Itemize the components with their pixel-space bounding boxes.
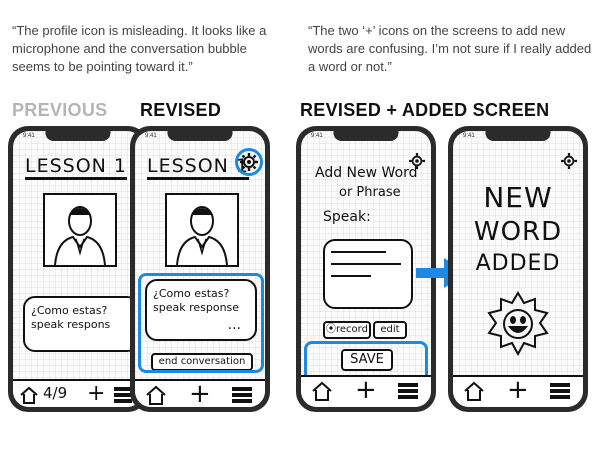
add-word-plus-button[interactable]: +	[355, 375, 377, 405]
bubble-text: ¿Como estas? speak respons	[31, 304, 111, 331]
status-time: 9:41	[23, 133, 35, 139]
menu-icon[interactable]	[397, 382, 419, 400]
person-icon	[54, 206, 106, 266]
phone-previous: 9:41 LESSON 1 ¿Como estas? speak respons…	[8, 126, 148, 412]
phone-word-added: 9:41 NEW WORD ADDED +	[448, 126, 588, 412]
label-previous: PREVIOUS	[12, 100, 108, 120]
feedback-quote-plus-icons: “The two ‘+’ icons on the screens to add…	[308, 23, 592, 74]
screen-add-word: 9:41 Add New Word or Phrase Speak: ⦿reco…	[301, 131, 431, 407]
lesson-title: LESSON 1	[147, 155, 250, 180]
edit-button[interactable]: edit	[373, 321, 407, 339]
speech-input-bubble[interactable]	[323, 239, 413, 309]
gear-highlight	[235, 148, 263, 176]
home-icon[interactable]	[145, 384, 167, 406]
notch	[167, 131, 233, 141]
status-time: 9:41	[145, 133, 157, 139]
placeholder-lines	[325, 241, 411, 287]
menu-icon[interactable]	[231, 386, 253, 404]
confirmation-line-3: ADDED	[475, 251, 561, 276]
smiling-sun-icon	[487, 291, 549, 357]
home-icon[interactable]	[463, 380, 485, 402]
phone-add-word: 9:41 Add New Word or Phrase Speak: ⦿reco…	[296, 126, 436, 412]
add-word-plus-button[interactable]: +	[507, 375, 529, 405]
screen-previous: 9:41 LESSON 1 ¿Como estas? speak respons…	[13, 131, 143, 407]
profile-portrait	[43, 193, 117, 267]
person-icon	[176, 206, 228, 266]
tab-bar: +	[453, 375, 583, 407]
lesson-title: LESSON 1	[25, 155, 128, 180]
add-word-subtitle: or Phrase	[339, 185, 401, 200]
label-revised: REVISED	[140, 100, 222, 120]
status-time: 9:41	[463, 133, 475, 139]
notch	[333, 131, 399, 141]
home-icon[interactable]	[19, 385, 39, 405]
screen-revised: 9:41 LESSON 1 ¿Como estas? speak respons…	[135, 131, 265, 407]
home-icon[interactable]	[311, 380, 333, 402]
label-revised-added-screen: REVISED + ADDED SCREEN	[300, 100, 550, 120]
status-time: 9:41	[311, 133, 323, 139]
confirmation-line-1: NEW	[483, 181, 553, 214]
confirmation-line-2: WORD	[473, 217, 563, 247]
tab-bar: +	[135, 379, 265, 407]
add-word-plus-button[interactable]: +	[87, 381, 105, 406]
profile-portrait	[165, 193, 239, 267]
phone-revised: 9:41 LESSON 1 ¿Como estas? speak respons…	[130, 126, 270, 412]
feedback-quote-profile-icon: “The profile icon is misleading. It look…	[12, 23, 267, 74]
record-button[interactable]: ⦿record	[323, 321, 371, 339]
notch	[45, 131, 111, 141]
conversation-bubble: ¿Como estas? speak respons	[23, 296, 139, 352]
conversation-highlight	[138, 273, 264, 373]
speak-label: Speak:	[323, 209, 371, 225]
add-word-title: Add New Word	[315, 165, 418, 181]
gear-icon[interactable]	[561, 153, 577, 169]
menu-icon[interactable]	[549, 382, 571, 400]
tab-bar: +	[301, 375, 431, 407]
profile-tab-label[interactable]: 4/9	[43, 384, 67, 402]
tab-bar: 4/9 +	[13, 379, 143, 407]
add-word-plus-button[interactable]: +	[189, 379, 211, 407]
notch	[485, 131, 551, 141]
screen-word-added: 9:41 NEW WORD ADDED +	[453, 131, 583, 407]
